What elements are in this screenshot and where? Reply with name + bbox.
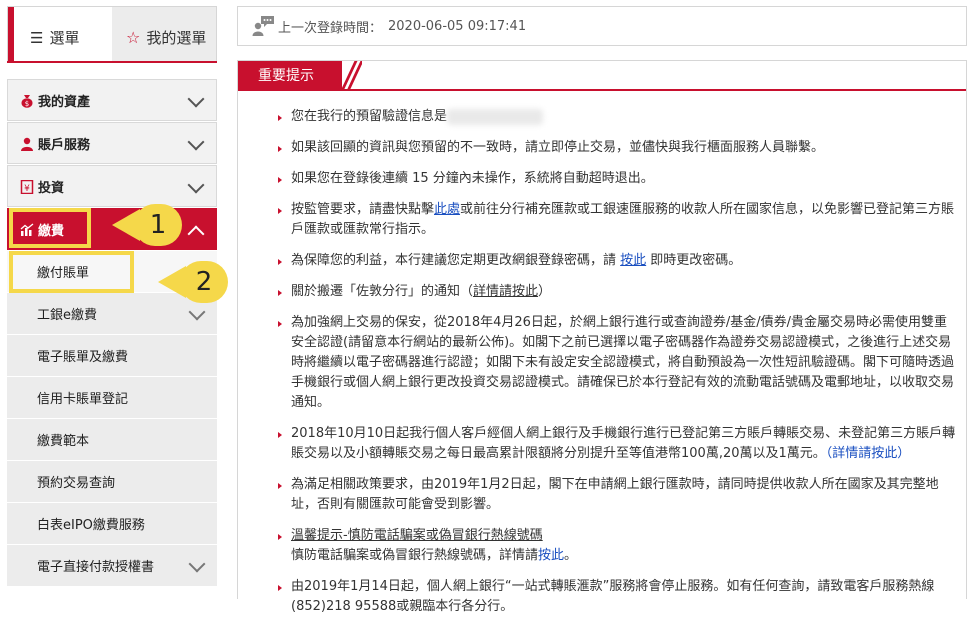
notice-item: 溫馨提示-慎防電話騙案或偽冒銀行熱線號碼 慎防電話騙案或偽冒銀行熱線號碼，詳情請按…	[278, 526, 960, 566]
user-icon	[20, 136, 34, 151]
notice-item: 由2019年1月14日起，個人網上銀行“一站式轉賬滙款”服務將會停止服務。如有任…	[278, 577, 960, 617]
chevron-down-icon	[188, 303, 206, 321]
fraud-details-link[interactable]: 按此	[538, 548, 564, 563]
notice-item: 為滿足相關政策要求，由2019年1月2日起，閣下在申請網上銀行匯款時，請同時提供…	[278, 475, 960, 515]
change-password-link[interactable]: 按此	[620, 253, 646, 268]
sidebar-subitem-label: 電子直接付款授權書	[37, 560, 155, 575]
last-login-label: 上一次登錄時間：	[278, 20, 383, 36]
sidebar-subitem-eipo[interactable]: 白表eIPO繳費服務	[7, 503, 217, 545]
sidebar-subitem-label: 信用卡賬單登記	[37, 392, 129, 407]
chart-icon	[20, 222, 34, 236]
callout-1-number: 1	[149, 210, 167, 240]
chevron-down-icon	[187, 90, 205, 108]
sidebar-subitem-credit-card-bill[interactable]: 信用卡賬單登記	[7, 377, 217, 419]
sidebar-subitem-label: 繳付賬單	[37, 266, 90, 281]
chevron-down-icon	[187, 133, 205, 151]
sidebar-item-label: 賬戶服務	[38, 137, 91, 153]
svg-text:$: $	[25, 100, 29, 108]
sidebar-menu: $ 我的資產 賬戶服務 ¥ 投資 繳費 繳付賬單 工銀e繳費 電子賬單及繳費 信…	[7, 79, 217, 587]
notice-item: 為保障您的利益，本行建議您定期更改網銀登錄密碼，請 按此 即時更改密碼。	[278, 251, 960, 271]
notice-item: 按監管要求，請盡快點擊此處或前往分行補充匯款或工銀速匯服務的收款人所在國家信息，…	[278, 200, 960, 240]
sidebar-subitem-label: 預約交易查詢	[37, 476, 116, 491]
sidebar-item-assets[interactable]: $ 我的資產	[7, 79, 217, 121]
notice-item: 2018年10月10日起我行個人客戶經個人網上銀行及手機銀行進行已登記第三方賬戶…	[278, 424, 960, 464]
last-login-time: 2020-06-05 09:17:41	[388, 18, 527, 34]
sidebar-subitem-label: 白表eIPO繳費服務	[37, 518, 145, 533]
sidebar-item-account-services[interactable]: 賬戶服務	[7, 122, 217, 164]
tab-my-menu-label: 我的選單	[146, 29, 207, 47]
transfer-limit-details-link[interactable]: （詳情請按此）	[826, 446, 911, 461]
notice-item: 關於搬遷「佐敦分行」的通知（詳情請按此）	[278, 282, 960, 302]
sidebar-subitem-icbc-e-payment[interactable]: 工銀e繳費	[7, 293, 217, 335]
branch-details-link[interactable]: 詳情請按此	[473, 284, 538, 299]
sidebar-item-label: 我的資產	[38, 94, 91, 110]
sidebar-item-investment[interactable]: ¥ 投資	[7, 165, 217, 207]
notice-title: 重要提示	[238, 61, 342, 89]
list-icon: ☰	[30, 28, 44, 47]
sidebar-tabs: ☰ 選單 ☆ 我的選單	[7, 6, 217, 63]
chevron-down-icon	[187, 176, 205, 194]
sidebar-subitem-payment-template[interactable]: 繳費範本	[7, 419, 217, 461]
callout-1: 1	[112, 204, 182, 246]
click-here-link[interactable]: 此處	[434, 202, 460, 217]
chevron-up-icon	[187, 225, 205, 243]
sidebar-subitem-label: 繳費範本	[37, 434, 90, 449]
tab-menu-label: 選單	[49, 29, 80, 47]
notice-list: 您在我行的預留驗證信息是 如果該回顯的資訊與您預留的不一致時，請立即停止交易，並…	[278, 107, 960, 628]
star-icon: ☆	[126, 28, 141, 47]
sidebar-item-label: 繳費	[38, 223, 65, 239]
sidebar-subitem-edda[interactable]: 電子直接付款授權書	[7, 545, 217, 587]
fraud-warning-heading[interactable]: 溫馨提示-慎防電話騙案或偽冒銀行熱線號碼	[291, 528, 543, 543]
user-chat-icon	[252, 15, 276, 37]
callout-2-number: 2	[195, 267, 213, 297]
redacted-verification-info	[447, 108, 544, 125]
callout-2: 2	[158, 261, 228, 303]
notice-item: 為加強網上交易的保安，從2018年4月26日起，於網上銀行進行或查詢證券/基金/…	[278, 313, 960, 413]
tab-menu[interactable]: ☰ 選單	[7, 6, 112, 63]
stripe-decoration	[342, 61, 362, 89]
notice-item: 您在我行的預留驗證信息是	[278, 107, 960, 127]
sidebar-subitem-e-bill[interactable]: 電子賬單及繳費	[7, 335, 217, 377]
tab-my-menu[interactable]: ☆ 我的選單	[112, 6, 217, 62]
svg-text:¥: ¥	[24, 184, 30, 194]
last-login-bar: 上一次登錄時間： 2020-06-05 09:17:41	[237, 6, 967, 46]
important-notice-panel: 重要提示 您在我行的預留驗證信息是 如果該回顯的資訊與您預留的不一致時，請立即停…	[237, 60, 967, 614]
notice-header: 重要提示	[238, 61, 966, 91]
sidebar-subitem-label: 電子賬單及繳費	[37, 350, 129, 365]
notice-item: 如果您在登錄後連續 15 分鐘內未操作，系統將自動超時退出。	[278, 169, 960, 189]
sidebar-item-label: 投資	[38, 180, 65, 196]
chevron-down-icon	[188, 555, 206, 573]
sidebar-subitem-label: 工銀e繳費	[37, 308, 97, 323]
notice-item: 如果該回顯的資訊與您預留的不一致時，請立即停止交易，並儘快與我行櫃面服務人員聯繫…	[278, 138, 960, 158]
money-bag-icon: $	[20, 93, 34, 108]
yuan-doc-icon: ¥	[20, 179, 34, 195]
sidebar-subitem-scheduled-query[interactable]: 預約交易查詢	[7, 461, 217, 503]
tab-underline	[7, 61, 217, 63]
